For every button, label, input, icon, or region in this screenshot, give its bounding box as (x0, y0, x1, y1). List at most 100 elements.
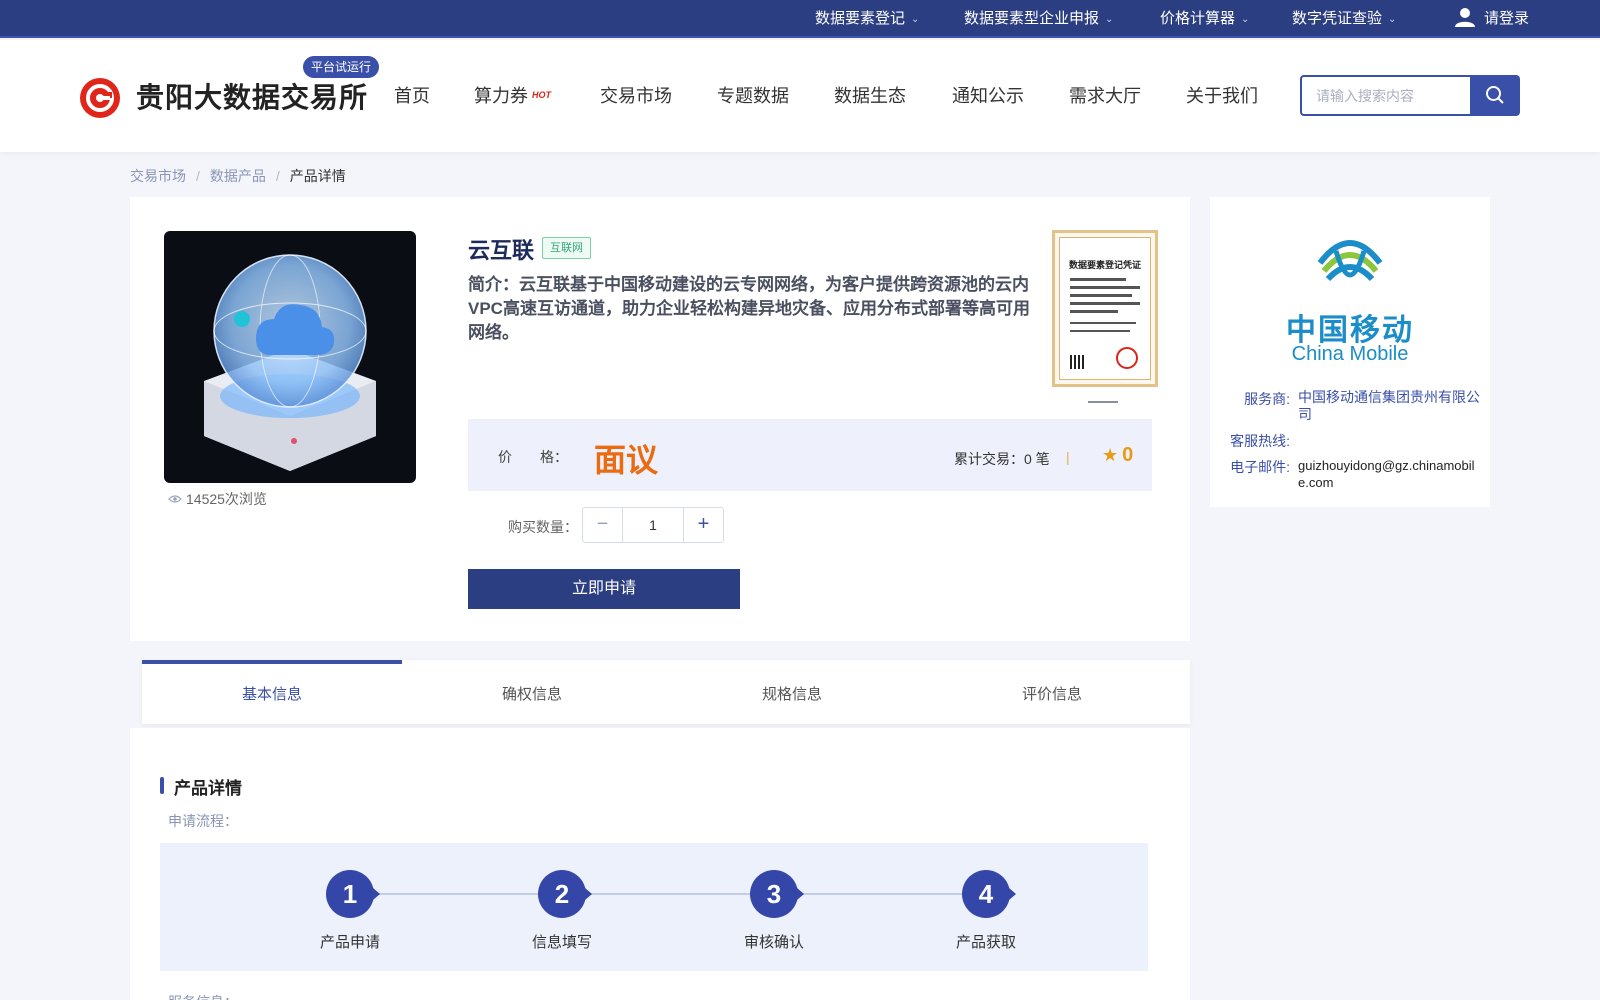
registration-certificate-thumbnail[interactable]: 数据要素登记凭证 (1052, 230, 1158, 387)
section-accent-bar (160, 777, 164, 794)
topbar-item-enterprise-declaration[interactable]: 数据要素型企业申报 ⌄ (964, 0, 1113, 38)
nav-item-topic-data[interactable]: 专题数据 (717, 82, 789, 108)
search-button[interactable] (1470, 75, 1520, 116)
flow-step: 1 产品申请 (280, 843, 420, 971)
certificate-indicator (1088, 401, 1118, 403)
provider-logo-en: China Mobile (1291, 343, 1409, 365)
tab-rights-info[interactable]: 确权信息 (402, 660, 662, 724)
star-icon: ★ (1102, 445, 1119, 465)
section-title: 产品详情 (174, 779, 242, 798)
tab-spec-info[interactable]: 规格信息 (662, 660, 922, 724)
rating-score: ★ 0 (1102, 444, 1133, 467)
trade-count: 累计交易：0 笔 (954, 451, 1050, 467)
main-header: 贵阳大数据交易所 平台试运行 首页 算力券 HOT 交易市场 专题数据 数据生态… (0, 40, 1600, 152)
site-title[interactable]: 贵阳大数据交易所 (136, 76, 368, 116)
step-number: 2 (538, 870, 592, 918)
nav-item-data-ecosystem[interactable]: 数据生态 (834, 82, 906, 108)
flow-step: 3 审核确认 (704, 843, 844, 971)
step-label: 产品获取 (955, 934, 1016, 951)
rating-value: 0 (1122, 444, 1134, 466)
service-provider-value[interactable]: 中国移动通信集团贵州有限公司 (1298, 389, 1482, 423)
nav-item-compute-voucher[interactable]: 算力券 (474, 82, 528, 108)
quantity-input[interactable] (623, 508, 683, 542)
breadcrumb-current: 产品详情 (289, 168, 346, 184)
topbar-item-price-calculator[interactable]: 价格计算器 ⌄ (1160, 0, 1249, 38)
email-value: guizhouyidong@gz.chinamobile.com (1298, 458, 1475, 490)
chevron-down-icon: ⌄ (1105, 14, 1114, 25)
flow-step: 4 产品获取 (916, 843, 1056, 971)
topbar-item-data-registration[interactable]: 数据要素登记 ⌄ (815, 0, 919, 38)
quantity-decrease-button[interactable]: − (583, 508, 623, 542)
flow-connector-line (350, 893, 970, 895)
breadcrumb-separator: / (196, 168, 200, 184)
nav-item-demand-hall[interactable]: 需求大厅 (1069, 82, 1141, 108)
quantity-increase-button[interactable]: + (683, 508, 723, 542)
login-label: 请登录 (1484, 10, 1530, 27)
step-number: 4 (962, 870, 1016, 918)
china-mobile-logo-icon (1317, 240, 1383, 282)
topbar-item-label: 数字凭证查验 (1292, 10, 1383, 27)
certificate-text-line (1070, 278, 1126, 281)
service-info-label: 服务信息： (168, 992, 238, 1000)
breadcrumb-data-products[interactable]: 数据产品 (210, 168, 266, 184)
certificate-title: 数据要素登记凭证 (1068, 260, 1141, 270)
trial-badge: 平台试运行 (303, 56, 380, 78)
service-provider-label: 服务商: (1244, 391, 1290, 407)
provider-card: 中国移动 China Mobile 服务商: 中国移动通信集团贵州有限公司 客服… (1210, 197, 1490, 507)
topbar-item-credential-check[interactable]: 数字凭证查验 ⌄ (1292, 0, 1396, 38)
nav-item-home[interactable]: 首页 (394, 82, 430, 108)
step-label: 信息填写 (531, 934, 592, 951)
step-number: 1 (326, 870, 380, 918)
price-label: 价 格： (498, 449, 568, 465)
hotline-label: 客服热线: (1230, 433, 1290, 449)
breadcrumb-separator: / (275, 168, 280, 184)
product-category-tag: 互联网 (542, 237, 591, 259)
user-icon (1455, 8, 1475, 27)
product-detail-section: 产品详情 申请流程： 1 产品申请 2 信息填写 3 审核确认 4 产品获取 服… (130, 728, 1190, 1000)
nav-item-trading-market[interactable]: 交易市场 (600, 82, 672, 108)
product-title: 云互联 (468, 238, 535, 263)
hot-badge: HOT (532, 90, 551, 100)
certificate-text-line (1070, 302, 1140, 305)
product-card: 14525次浏览 云互联 互联网 简介：云互联基于中国移动建设的云专网网络，为客… (130, 197, 1190, 641)
tab-reviews[interactable]: 评价信息 (922, 660, 1182, 724)
provider-email-row: 电子邮件: guizhouyidong@gz.chinamobile.com (1210, 457, 1490, 493)
quantity-stepper: − + (582, 507, 724, 543)
certificate-text-line (1070, 322, 1136, 324)
tab-basic-info[interactable]: 基本信息 (142, 660, 402, 724)
flow-step: 2 信息填写 (492, 843, 632, 971)
apply-now-button[interactable]: 立即申请 (468, 569, 740, 609)
topbar-item-label: 数据要素登记 (815, 10, 906, 27)
certificate-text-line (1070, 310, 1118, 313)
step-number: 3 (750, 870, 804, 918)
price-panel: 价 格： 面议 累计交易：0 笔 | ★ 0 (468, 419, 1152, 491)
login-link[interactable]: 请登录 (1454, 0, 1529, 38)
exchange-logo-icon[interactable] (80, 78, 120, 118)
chevron-down-icon: ⌄ (1241, 14, 1250, 25)
email-label: 电子邮件: (1230, 459, 1290, 475)
top-utility-bar: 数据要素登记 ⌄ 数据要素型企业申报 ⌄ 价格计算器 ⌄ 数字凭证查验 ⌄ 请登录 (0, 0, 1600, 38)
product-description: 简介：云互联基于中国移动建设的云专网网络，为客户提供跨资源池的云内VPC高速互访… (468, 275, 1030, 342)
search-box (1300, 75, 1470, 116)
price-value: 面议 (594, 442, 659, 478)
topbar-item-label: 数据要素型企业申报 (964, 10, 1100, 27)
certificate-inner: 数据要素登记凭证 (1059, 237, 1151, 380)
step-label: 产品申请 (319, 934, 380, 951)
eye-icon (168, 495, 182, 503)
application-flow-label: 申请流程： (168, 813, 238, 829)
provider-hotline-row: 客服热线: (1210, 431, 1490, 451)
qr-code-icon (1070, 355, 1084, 369)
certificate-text-line (1070, 286, 1140, 289)
provider-service-row: 服务商: 中国移动通信集团贵州有限公司 (1210, 389, 1490, 425)
breadcrumb-trading-market[interactable]: 交易市场 (130, 168, 186, 184)
chevron-down-icon: ⌄ (911, 14, 920, 25)
nav-item-about-us[interactable]: 关于我们 (1186, 82, 1258, 108)
search-input[interactable] (1302, 77, 1470, 114)
topbar-item-label: 价格计算器 (1160, 10, 1236, 27)
view-count-text: 14525次浏览 (186, 491, 267, 507)
nav-item-notices[interactable]: 通知公示 (952, 82, 1024, 108)
certificate-text-line (1070, 330, 1130, 332)
cloud-globe-illustration (204, 254, 376, 471)
detail-tabs: 基本信息 确权信息 规格信息 评价信息 (142, 660, 1190, 724)
chevron-down-icon: ⌄ (1388, 14, 1397, 25)
